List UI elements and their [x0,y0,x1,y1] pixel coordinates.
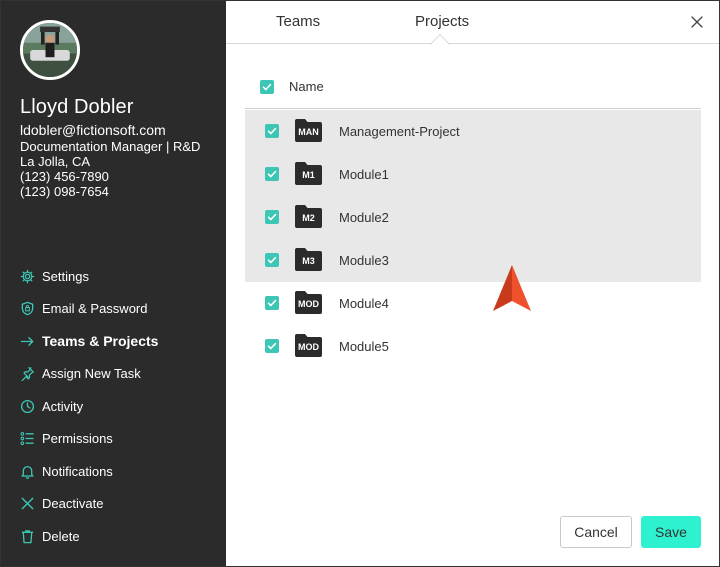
project-name: Module1 [339,167,389,182]
nav-label-activity: Activity [42,398,84,414]
project-name: Management-Project [339,124,460,139]
active-tab-indicator [430,34,450,54]
navigation-arrow-icon [493,265,531,311]
main-panel: Teams Projects Name MAN Management-Projec… [226,1,719,566]
dialog-window: Lloyd Dobler ldobler@fictionsoft.com Doc… [0,0,720,567]
tab-projects[interactable]: Projects [415,13,469,30]
project-name: Module3 [339,253,389,268]
project-row[interactable]: M3 Module3 [245,239,701,282]
project-name: Module5 [339,339,389,354]
user-phone-2: (123) 098-7654 [20,184,109,199]
nav-label-email-password: Email & Password [42,301,148,317]
nav-label-assign-task: Assign New Task [42,366,141,382]
user-title: Documentation Manager | R&D [20,139,201,154]
nav-label-deactivate: Deactivate [42,496,104,512]
user-details: ldobler@fictionsoft.com Documentation Ma… [20,122,200,199]
arrow-right-icon [20,334,35,349]
select-all-checkbox[interactable] [260,80,274,94]
nav-item-teams-projects[interactable]: Teams & Projects [1,325,226,358]
tab-bar: Teams Projects [226,1,719,54]
folder-icon: M3 [294,247,323,272]
project-checkbox[interactable] [265,210,279,224]
folder-abbr: MOD [298,299,319,309]
avatar [20,20,80,80]
project-list: MAN Management-Project M1 Module1 M2 Module2 M… [245,110,701,368]
nav-label-teams-projects: Teams & Projects [42,333,159,350]
nav-item-permissions[interactable]: Permissions [1,423,226,456]
user-location: La Jolla, CA [20,154,91,169]
project-checkbox[interactable] [265,296,279,310]
tab-teams[interactable]: Teams [276,13,320,30]
folder-abbr: MAN [298,127,319,137]
folder-icon: MOD [294,290,323,315]
folder-icon: M1 [294,161,323,186]
nav-label-permissions: Permissions [42,431,113,447]
project-checkbox[interactable] [265,124,279,138]
clock-icon [20,399,35,414]
folder-icon: MOD [294,333,323,358]
nav-item-assign-task[interactable]: Assign New Task [1,358,226,391]
project-name: Module2 [339,210,389,225]
project-row[interactable]: MOD Module5 [245,325,701,368]
trash-icon [20,529,35,544]
user-name: Lloyd Dobler [20,96,134,118]
project-row[interactable]: M1 Module1 [245,153,701,196]
project-row[interactable]: MOD Module4 [245,282,701,325]
folder-icon: MAN [294,118,323,143]
project-checkbox[interactable] [265,253,279,267]
cancel-button[interactable]: Cancel [560,516,632,548]
nav-item-activity[interactable]: Activity [1,390,226,423]
folder-abbr: M1 [302,170,315,180]
close-icon[interactable] [689,14,705,30]
nav-item-notifications[interactable]: Notifications [1,455,226,488]
project-row[interactable]: MAN Management-Project [245,110,701,153]
shield-icon [20,301,35,316]
name-column-header: Name [289,79,324,94]
nav-item-deactivate[interactable]: Deactivate [1,488,226,521]
save-button[interactable]: Save [641,516,701,548]
bell-icon [20,464,35,479]
folder-abbr: M2 [302,213,315,223]
project-name: Module4 [339,296,389,311]
project-checkbox[interactable] [265,167,279,181]
sidebar-nav: Settings Email & Password Teams & Projec… [1,260,226,553]
folder-icon: M2 [294,204,323,229]
folder-abbr: M3 [302,256,315,266]
nav-label-settings: Settings [42,268,89,284]
nav-item-delete[interactable]: Delete [1,520,226,553]
nav-item-email-password[interactable]: Email & Password [1,293,226,326]
x-icon [20,496,35,511]
user-phone-1: (123) 456-7890 [20,169,109,184]
nav-label-notifications: Notifications [42,463,113,479]
nav-item-settings[interactable]: Settings [1,260,226,293]
folder-abbr: MOD [298,342,319,352]
project-checkbox[interactable] [265,339,279,353]
profile-sidebar: Lloyd Dobler ldobler@fictionsoft.com Doc… [1,1,226,566]
gear-icon [20,269,35,284]
project-row[interactable]: M2 Module2 [245,196,701,239]
list-header: Name [245,71,701,109]
user-email: ldobler@fictionsoft.com [20,122,166,138]
avatar-photo [23,23,77,77]
nav-label-delete: Delete [42,528,80,544]
list-icon [20,431,35,446]
pin-icon [20,366,35,382]
